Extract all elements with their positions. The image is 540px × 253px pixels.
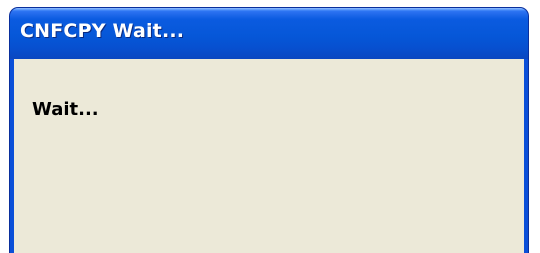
wait-message: Wait... (32, 99, 99, 120)
title-bar[interactable]: CNFCPY Wait... (10, 8, 528, 59)
window-title: CNFCPY Wait... (20, 20, 185, 42)
dialog-body: Wait... (14, 59, 524, 253)
dialog-window: CNFCPY Wait... Wait... (10, 8, 528, 253)
